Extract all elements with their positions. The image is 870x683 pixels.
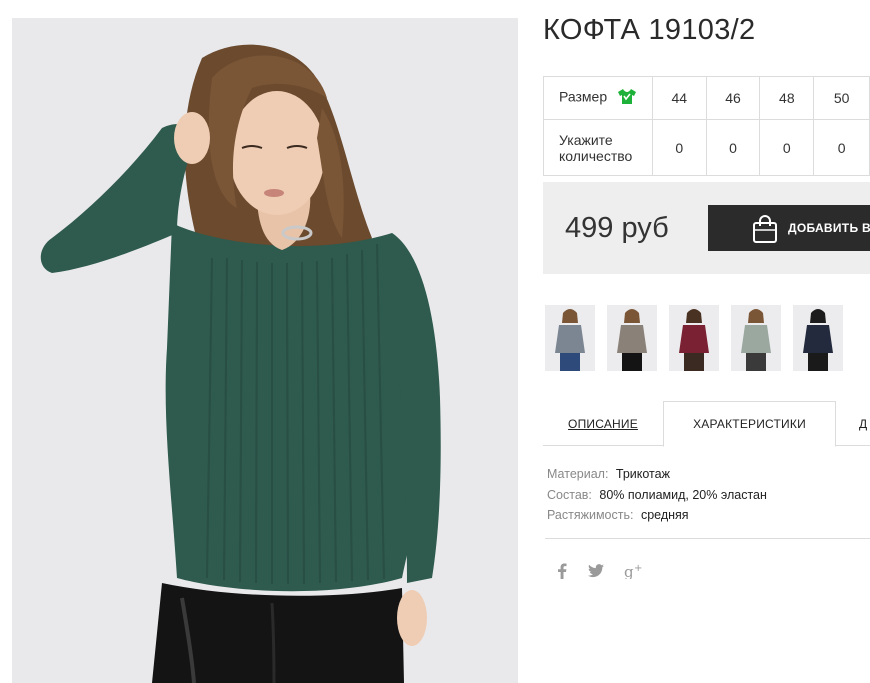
shopping-bag-icon <box>751 214 779 247</box>
size-46[interactable]: 46 <box>705 76 761 120</box>
size-48[interactable]: 48 <box>759 76 815 120</box>
product-title: КОФТА 19103/2 <box>543 14 756 46</box>
quantity-label: Укажите количество <box>543 119 653 176</box>
main-product-image[interactable] <box>12 18 518 683</box>
spec-composition: Состав: 80% полиамид, 20% эластан <box>547 485 767 506</box>
size-quantity-table: Размер 44 46 48 50 Укажите количество 0 … <box>543 76 870 176</box>
google-plus-icon[interactable]: g + <box>624 563 644 583</box>
social-share: g + <box>556 563 644 583</box>
spec-key: Растяжимость: <box>547 508 634 522</box>
tab-characteristics[interactable]: ХАРАКТЕРИСТИКИ <box>663 401 836 447</box>
facebook-icon[interactable] <box>556 563 568 583</box>
tab-description[interactable]: ОПИСАНИЕ <box>543 401 663 446</box>
color-thumbnails <box>545 305 843 371</box>
spec-value: средняя <box>640 508 689 522</box>
add-to-cart-label: ДОБАВИТЬ В <box>788 221 870 235</box>
svg-text:+: + <box>634 563 642 574</box>
quantity-input-48[interactable]: 0 <box>759 119 815 176</box>
thumbnail-gray[interactable] <box>545 305 595 371</box>
thumbnail-navy[interactable] <box>793 305 843 371</box>
size-label: Размер <box>559 88 608 105</box>
spec-stretch: Растяжимость: средняя <box>547 505 767 526</box>
divider <box>545 538 870 539</box>
quantity-row: Укажите количество 0 0 0 0 <box>543 119 870 176</box>
price: 499 руб <box>565 212 669 244</box>
twitter-icon[interactable] <box>588 564 604 582</box>
quantity-input-50[interactable]: 0 <box>813 119 870 176</box>
spec-material: Материал: Трикотаж <box>547 464 767 485</box>
spec-value: Трикотаж <box>615 467 670 481</box>
model-illustration <box>12 18 518 683</box>
spec-key: Состав: <box>547 487 592 502</box>
size-row: Размер 44 46 48 50 <box>543 76 870 120</box>
svg-text:g: g <box>624 563 634 579</box>
spec-key: Материал: <box>547 467 609 481</box>
characteristics-list: Материал: Трикотаж Состав: 80% полиамид,… <box>547 464 767 526</box>
size-50[interactable]: 50 <box>813 76 870 120</box>
quantity-input-44[interactable]: 0 <box>651 119 707 176</box>
price-box: 499 руб ДОБАВИТЬ В <box>543 182 870 274</box>
thumbnail-beige[interactable] <box>607 305 657 371</box>
tab-delivery[interactable]: Д <box>836 401 870 446</box>
size-44[interactable]: 44 <box>651 76 707 120</box>
thumbnail-light-gray[interactable] <box>731 305 781 371</box>
product-tabs: ОПИСАНИЕ ХАРАКТЕРИСТИКИ Д <box>543 401 870 447</box>
quantity-input-46[interactable]: 0 <box>705 119 761 176</box>
spec-value: 80% полиамид, 20% эластан <box>599 487 767 502</box>
thumbnail-burgundy[interactable] <box>669 305 719 371</box>
size-label-cell: Размер <box>543 76 653 120</box>
shirt-icon[interactable] <box>617 88 637 108</box>
add-to-cart-button[interactable]: ДОБАВИТЬ В <box>708 205 870 251</box>
